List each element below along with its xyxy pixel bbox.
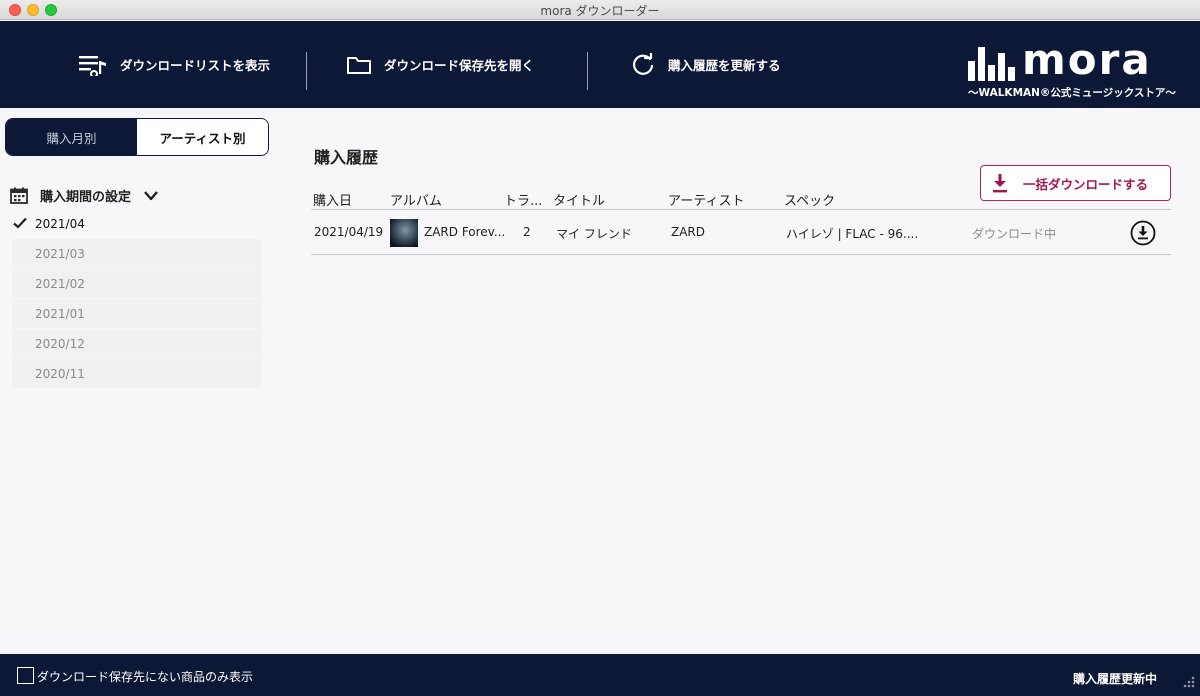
month-item-label: 2021/04 bbox=[35, 216, 85, 231]
folder-icon bbox=[347, 56, 371, 74]
column-header-title[interactable]: タイトル bbox=[553, 190, 605, 209]
playlist-icon bbox=[79, 55, 106, 76]
open-download-folder-button[interactable]: ダウンロード保存先を開く bbox=[346, 21, 534, 108]
month-list: 2021/04 2021/03 2021/02 2021/01 2020/12 … bbox=[12, 208, 261, 388]
month-item-2021-04[interactable]: 2021/04 bbox=[12, 208, 261, 238]
column-header-date[interactable]: 購入日 bbox=[313, 190, 352, 209]
period-settings-toggle[interactable]: 購入期間の設定 bbox=[10, 186, 159, 205]
cell-status: ダウンロード中 bbox=[972, 227, 1057, 241]
album-cover bbox=[390, 219, 418, 247]
cell-track: 2 bbox=[523, 225, 531, 239]
show-download-list-button[interactable]: ダウンロードリストを表示 bbox=[78, 21, 270, 108]
cell-date: 2021/04/19 bbox=[314, 225, 384, 239]
month-item-2021-03[interactable]: 2021/03 bbox=[12, 238, 261, 268]
check-icon bbox=[13, 217, 27, 229]
month-item-2020-11[interactable]: 2020/11 bbox=[12, 358, 261, 388]
cell-album: ZARD Forev... bbox=[424, 225, 506, 239]
window-titlebar: mora ダウンローダー bbox=[0, 0, 1200, 20]
logo-wordmark: mora bbox=[1022, 35, 1152, 84]
filter-checkbox-label[interactable]: ダウンロード保存先にない商品のみ表示 bbox=[37, 668, 253, 685]
month-item-label: 2021/01 bbox=[35, 306, 85, 321]
chevron-down-icon bbox=[144, 190, 158, 200]
month-item-2021-02[interactable]: 2021/02 bbox=[12, 268, 261, 298]
status-text: 購入履歴更新中 bbox=[1072, 672, 1157, 686]
calendar-icon bbox=[10, 187, 28, 204]
download-circle-icon[interactable] bbox=[1130, 220, 1156, 246]
month-item-2021-01[interactable]: 2021/01 bbox=[12, 298, 261, 328]
window-title: mora ダウンローダー bbox=[540, 4, 660, 18]
cell-spec: ハイレゾ | FLAC - 96.... bbox=[786, 227, 919, 241]
toolbar-divider bbox=[306, 52, 307, 90]
toolbar-divider bbox=[587, 52, 588, 90]
page-title: 購入履歴 bbox=[314, 148, 379, 167]
tab-by-artist[interactable]: アーティスト別 bbox=[137, 119, 268, 155]
toolbar: ダウンロードリストを表示 ダウンロード保存先を開く 購入履歴を更新する mora… bbox=[0, 21, 1200, 108]
column-header-track[interactable]: トラ... bbox=[504, 190, 542, 209]
table-row[interactable]: 2021/04/19 ZARD Forev... 2 マイ フレンド ZARD … bbox=[311, 211, 1171, 255]
month-item-2020-12[interactable]: 2020/12 bbox=[12, 328, 261, 358]
table-header: 購入日 アルバム トラ... タイトル アーティスト スペック bbox=[311, 188, 1171, 210]
refresh-history-label: 購入履歴を更新する bbox=[668, 58, 781, 73]
sidebar: 購入月別 アーティスト別 購入期間の設定 2021/04 2021/03 202… bbox=[0, 108, 279, 654]
logo-tagline: 〜WALKMAN®公式ミュージックストア〜 bbox=[968, 87, 1176, 99]
mora-logo: mora 〜WALKMAN®公式ミュージックストア〜 bbox=[966, 35, 1176, 101]
resize-grip-icon[interactable] bbox=[1180, 675, 1196, 691]
month-item-label: 2021/02 bbox=[35, 276, 85, 291]
month-item-label: 2020/11 bbox=[35, 366, 85, 381]
filter-checkbox[interactable] bbox=[17, 667, 34, 684]
column-header-spec[interactable]: スペック bbox=[784, 190, 835, 209]
refresh-icon bbox=[632, 52, 654, 75]
month-item-label: 2021/03 bbox=[35, 246, 85, 261]
mora-logo-mark bbox=[968, 47, 1015, 81]
tab-by-month[interactable]: 購入月別 bbox=[6, 119, 137, 155]
column-header-artist[interactable]: アーティスト bbox=[668, 190, 744, 209]
refresh-history-button[interactable]: 購入履歴を更新する bbox=[630, 21, 781, 108]
open-download-folder-label: ダウンロード保存先を開く bbox=[384, 58, 535, 73]
column-header-album[interactable]: アルバム bbox=[390, 190, 442, 209]
footer-bar: ダウンロード保存先にない商品のみ表示 購入履歴更新中 bbox=[0, 654, 1200, 696]
show-download-list-label: ダウンロードリストを表示 bbox=[120, 58, 271, 73]
view-mode-segmented-control: 購入月別 アーティスト別 bbox=[5, 118, 269, 156]
cell-title: マイ フレンド bbox=[556, 227, 632, 241]
period-settings-label: 購入期間の設定 bbox=[40, 190, 132, 205]
month-item-label: 2020/12 bbox=[35, 336, 85, 351]
cell-artist: ZARD bbox=[671, 225, 706, 239]
